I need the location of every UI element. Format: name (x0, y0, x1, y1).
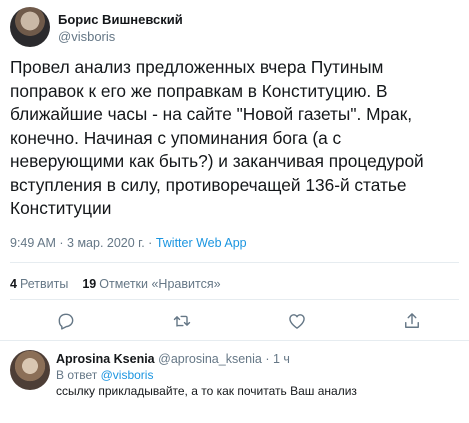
retweets-count: 4 (10, 277, 17, 291)
tweet-author[interactable]: Борис Вишневский @visboris (10, 7, 183, 47)
divider (10, 299, 459, 300)
retweet-button[interactable] (171, 310, 193, 332)
reply-header: Aprosina Ksenia @aprosina_ksenia · 1 ч (56, 352, 290, 366)
reply-text: ссылку прикладывайте, а то как почитать … (56, 384, 357, 398)
tweet-actions (0, 310, 469, 332)
reply-time[interactable]: 1 ч (273, 352, 290, 366)
in-reply-handle-link[interactable]: @visboris (101, 368, 154, 382)
tweet-time[interactable]: 9:49 AM (10, 236, 56, 250)
likes-count: 19 (82, 277, 97, 291)
tweet-meta: 9:49 AM · 3 мар. 2020 г. · Twitter Web A… (10, 236, 247, 250)
author-handle[interactable]: @visboris (58, 29, 183, 45)
reply-avatar[interactable] (10, 350, 50, 390)
tweet-text: Провел анализ предложенных вчера Путиным… (10, 57, 424, 218)
like-button[interactable] (286, 310, 308, 332)
share-icon (405, 313, 419, 328)
reply-tweet[interactable]: Aprosina Ksenia @aprosina_ksenia · 1 ч В… (0, 344, 469, 423)
reply-separator: · (265, 352, 270, 366)
share-button[interactable] (401, 310, 423, 332)
reply-author-handle[interactable]: @aprosina_ksenia (158, 352, 262, 366)
in-reply-to: В ответ @visboris (56, 368, 153, 382)
tweet-source-link[interactable]: Twitter Web App (156, 236, 247, 250)
author-display-name[interactable]: Борис Вишневский (58, 12, 183, 28)
like-icon (289, 314, 305, 329)
in-reply-prefix: В ответ (56, 368, 98, 382)
meta-separator: · (59, 236, 64, 250)
retweets-label: Ретвиты (19, 277, 69, 291)
likes-label: Отметки «Нравится» (99, 277, 221, 291)
reply-author-name[interactable]: Aprosina Ksenia (56, 352, 155, 366)
likes-stat[interactable]: 19 Отметки «Нравится» (82, 277, 220, 291)
reply-icon (58, 313, 74, 330)
reply-button[interactable] (55, 310, 77, 332)
tweet-stats: 4 Ретвиты 19 Отметки «Нравится» (10, 277, 221, 291)
retweets-stat[interactable]: 4 Ретвиты (10, 277, 68, 291)
author-names: Борис Вишневский @visboris (58, 12, 183, 47)
meta-separator: · (148, 236, 153, 250)
divider (10, 262, 459, 263)
avatar[interactable] (10, 7, 50, 47)
divider (0, 340, 469, 341)
tweet-date[interactable]: 3 мар. 2020 г. (67, 236, 145, 250)
retweet-icon (173, 315, 191, 327)
